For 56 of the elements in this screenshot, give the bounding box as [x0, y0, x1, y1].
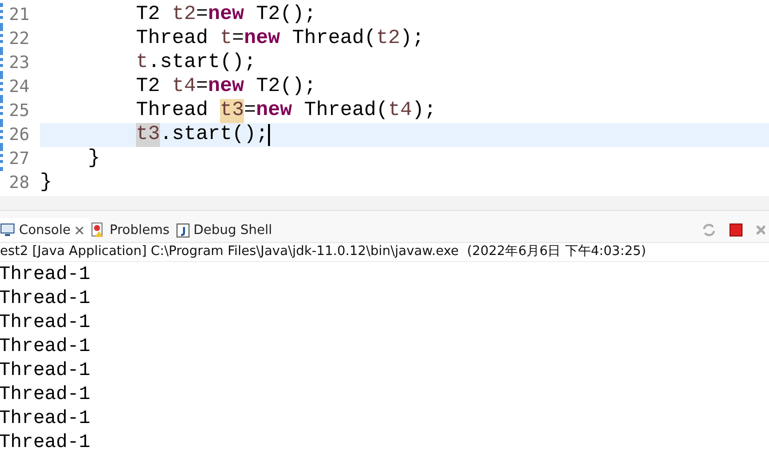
problems-icon: [90, 222, 106, 238]
code-token: t4: [388, 99, 412, 123]
code-token: =: [196, 3, 208, 27]
code-token: t4: [172, 75, 196, 99]
view-tab[interactable]: Debug Shell: [176, 218, 278, 242]
code-token: T2: [136, 75, 162, 99]
stop-icon[interactable]: [729, 223, 743, 237]
line-number: 21: [9, 5, 30, 25]
code-token: new: [244, 27, 280, 51]
code-token: }: [40, 171, 52, 195]
code-token: T2();: [255, 3, 316, 27]
line-number: 22: [9, 29, 30, 49]
code-token: Thread: [136, 27, 210, 51]
line-number: 26: [9, 125, 30, 145]
code-token: .start();: [160, 123, 268, 147]
code-token: );: [412, 99, 436, 123]
console-output-line: Thread-1: [0, 358, 92, 382]
code-token: =: [196, 75, 208, 99]
close-icon[interactable]: [74, 226, 84, 234]
code-token: t: [220, 27, 232, 51]
code-token: T2: [136, 3, 162, 27]
view-tab[interactable]: Console: [0, 218, 90, 242]
console-output-line: Thread-1: [0, 334, 92, 358]
line-number: 27: [9, 149, 30, 169]
code-token: new: [256, 99, 292, 123]
console-icon: [0, 223, 15, 237]
console-output-line: Thread-1: [0, 382, 92, 406]
code-token: new: [208, 75, 244, 99]
line-number: 24: [9, 77, 30, 97]
highlighted-token: t3: [136, 123, 160, 147]
line-number: 25: [9, 101, 30, 121]
code-token: Thread(: [291, 27, 376, 51]
code-token: t: [136, 51, 148, 75]
debug-shell-icon: [176, 222, 190, 238]
line-number: 23: [9, 53, 30, 73]
console-output-line: Thread-1: [0, 286, 92, 310]
highlighted-token: t3: [220, 99, 244, 123]
console-output-line: Thread-1: [0, 430, 92, 454]
console-output-line: Thread-1: [0, 310, 92, 334]
code-token: =: [244, 99, 256, 123]
line-number: 28: [9, 173, 30, 193]
code-token: Thread: [136, 99, 210, 123]
console-status-text: est2 [Java Application] C:\Program Files\Java\jdk-11.0.12\bin\javaw.exe (2022年6月6日 下午4:03:25): [0, 243, 769, 262]
console-output-line: Thread-1: [0, 262, 92, 286]
code-token: );: [400, 27, 424, 51]
code-token: t2: [376, 27, 400, 51]
code-token: Thread(: [303, 99, 388, 123]
code-token: t2: [172, 3, 196, 27]
code-token: T2();: [255, 75, 316, 99]
view-tab[interactable]: Problems: [90, 218, 176, 242]
text-cursor: [268, 124, 270, 146]
console-output-line: Thread-1: [0, 406, 92, 430]
code-token: new: [208, 3, 244, 27]
code-token: }: [88, 147, 100, 171]
code-token: =: [232, 27, 244, 51]
code-token: .start();: [148, 51, 256, 75]
